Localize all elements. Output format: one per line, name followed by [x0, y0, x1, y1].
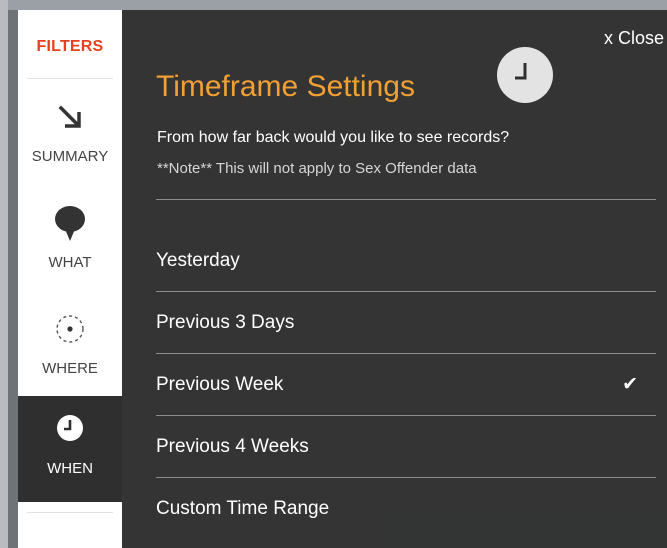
sidebar-item-label: WHAT [48, 254, 92, 271]
filters-label: FILTERS [36, 38, 104, 55]
close-button[interactable]: x Close [604, 28, 664, 49]
option-previous-week[interactable]: Previous Week ✔ [156, 353, 656, 415]
timeframe-settings-panel: x Close Timeframe Settings From how far … [122, 10, 667, 548]
checkmark-icon: ✔ [622, 374, 638, 395]
sidebar-item-label: SUMMARY [31, 148, 109, 165]
option-label: Previous Week [156, 373, 284, 395]
clock-icon [56, 414, 84, 442]
filter-sidebar: FILTERS SUMMARY WHAT WHERE WHEN [18, 10, 122, 548]
clock-icon [497, 47, 553, 103]
speech-bubble-icon [54, 204, 86, 242]
option-label: Previous 3 Days [156, 311, 295, 333]
option-label: Custom Time Range [156, 497, 330, 519]
option-label: Yesterday [156, 249, 240, 271]
timeframe-options-list: Yesterday Previous 3 Days Previous Week … [156, 199, 656, 539]
timeframe-note: **Note** This will not apply to Sex Offe… [157, 160, 477, 177]
location-target-icon [55, 314, 85, 344]
option-previous-4-weeks[interactable]: Previous 4 Weeks [156, 415, 656, 477]
option-label: Previous 4 Weeks [156, 435, 309, 457]
option-custom-time-range[interactable]: Custom Time Range [156, 477, 656, 539]
arrow-down-right-icon [55, 102, 85, 132]
sidebar-divider [27, 512, 113, 513]
sidebar-item-where[interactable]: WHERE [18, 292, 122, 396]
sidebar-item-summary[interactable]: SUMMARY [18, 79, 122, 186]
sidebar-item-label: WHEN [47, 460, 93, 477]
sidebar-item-what[interactable]: WHAT [18, 186, 122, 292]
sidebar-item-when[interactable]: WHEN [18, 396, 122, 502]
option-yesterday[interactable]: Yesterday [156, 199, 656, 291]
map-left-edge [0, 0, 8, 548]
option-previous-3-days[interactable]: Previous 3 Days [156, 291, 656, 353]
panel-title: Timeframe Settings [156, 70, 415, 103]
sidebar-item-label: WHERE [42, 360, 98, 377]
map-top-edge [0, 0, 667, 10]
timeframe-question: From how far back would you like to see … [157, 129, 510, 146]
